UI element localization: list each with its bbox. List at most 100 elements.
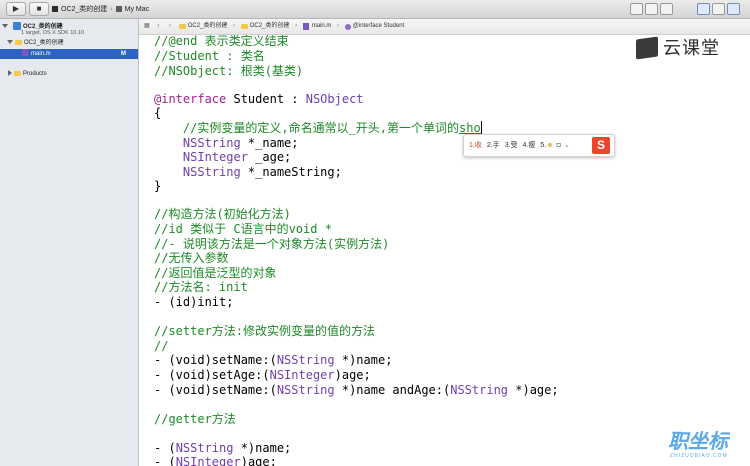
group-name: OC2_类的创建 [24,40,64,46]
scheme-device: My Mac [124,6,150,13]
code-type: NSString [182,136,241,150]
watermark-text-2: 职坐标 [668,431,728,453]
crumb-separator: › [233,23,236,29]
ime-expand-icon[interactable]: ⌄ [564,142,570,149]
code-line: - (void)setName:(NSString *)name andAge:… [154,383,559,398]
run-button[interactable]: ▶ [6,2,26,16]
emoji-candidate-icon: ☻ [546,142,554,149]
code-type: NSString [175,441,234,455]
group-row[interactable]: OC2_类的创建 [5,39,143,48]
code-text: - (void)setAge:( [154,368,270,382]
code-text: *)name; [233,441,292,455]
code-line: //- 说明该方法是一个对象方法(实例方法) [154,237,390,251]
ime-candidate[interactable]: 3.受 [505,135,518,156]
code-text: - ( [154,441,176,455]
code-line: // [154,339,169,353]
objc-file-icon [22,49,28,56]
code-line: //方法名: init [154,280,248,294]
products-label: Products [23,71,47,77]
xcode-project-icon [13,22,21,30]
ime-candidate[interactable]: 2.手 [487,135,500,156]
disclosure-open-icon [7,40,13,44]
mac-icon [115,6,122,12]
code-line: //getter方法 [154,412,236,426]
standard-editor-button[interactable] [630,3,643,15]
stop-button[interactable]: ■ [29,2,49,16]
scheme-separator: › [110,6,113,13]
back-arrow-icon[interactable]: ‹ [157,23,159,29]
debug-area-toggle-button[interactable] [712,3,725,15]
target-icon [52,6,58,12]
folder-crumb-icon [240,24,248,29]
sogou-logo-icon: S [592,137,610,154]
project-crumb-icon [178,24,186,29]
ime-candidate[interactable]: 5.☻ [540,135,553,156]
cloud-class-logo-icon [636,36,658,60]
ime-candidate-window: 1.收 2.手 3.受 4.瘦 5.☻ ◘ ⌄ S [463,134,615,157]
code-editor[interactable]: //@end 表示类定义结束 //Student : 类名 //NSObject… [139,35,750,466]
code-line: - (void)setName:(NSString *)name; [154,353,392,368]
class-crumb-icon [344,23,351,30]
code-line: //NSObject: 根类(基类) [154,64,304,78]
file-name: main.m [31,51,51,57]
products-row[interactable]: Products [5,70,143,79]
assistant-editor-button[interactable] [645,3,658,15]
code-text: *_nameString; [240,165,342,179]
watermark-logo: 云课堂 [636,36,746,62]
ime-composition-text: sho [459,121,481,135]
modified-badge: M [121,51,126,57]
code-text: _age; [247,150,292,164]
code-text: - ( [154,455,176,466]
code-text: - (void)setName:( [154,353,277,367]
code-line: } [154,179,162,193]
file-row-main[interactable]: main.m M [0,49,138,59]
code-line: //@end 表示类定义结束 [154,35,289,48]
project-row[interactable]: OC2_类的创建 [0,22,138,30]
ime-page-icon[interactable]: ◘ [557,142,561,149]
folder-icon [14,71,21,76]
text-caret [480,121,482,134]
code-keyword: @interface [154,92,227,106]
crumb-file[interactable]: main.m [312,23,332,29]
crumb-separator: › [337,23,340,29]
code-line: @interface Student : NSObject [154,92,364,107]
file-crumb-icon [302,23,309,30]
code-line: //setter方法:修改实例变量的值的方法 [154,324,376,338]
code-text: *_name; [240,136,299,150]
stop-icon: ■ [36,4,42,13]
code-type: NSString [182,165,241,179]
code-type: NSInteger [175,455,241,466]
code-text: *)name; [334,353,393,367]
crumb-symbol[interactable]: @interface Student [353,23,404,29]
related-items-icon[interactable]: ▦ [144,23,150,29]
project-navigator: OC2_类的创建 1 target, OS X SDK 10.10 OC2_类的… [0,19,139,466]
jump-bar: ▦ ‹ › OC2_类的创建 › OC2_类的创建 › main.m › @in… [139,19,750,35]
toolbar: ▶ ■ OC2_类的创建 › My Mac [0,0,750,19]
code-line: //返回值是泛型的对象 [154,266,277,280]
crumb-group[interactable]: OC2_类的创建 [250,23,290,29]
code-type: NSString [276,383,335,397]
watermark-subtext-2: ZHIZUOBIAO.COM [670,453,728,459]
utilities-toggle-button[interactable] [727,3,740,15]
code-line: NSInteger _age; [154,150,291,165]
code-line: //id 类似于 C语言中的void * [154,222,332,236]
ime-candidate[interactable]: 1.收 [469,135,482,156]
navigator-toggle-button[interactable] [697,3,710,15]
watermark-text: 云课堂 [663,38,720,58]
ime-candidate[interactable]: 4.瘦 [523,135,536,156]
code-type: NSString [276,353,335,367]
version-editor-button[interactable] [660,3,673,15]
code-text: )age; [240,455,277,466]
code-line: NSString *_nameString; [154,165,342,180]
play-icon: ▶ [12,4,20,13]
scheme-target: OC2_类的创建 [61,6,108,13]
scheme-selector[interactable]: OC2_类的创建 › My Mac [52,3,149,16]
code-text: *)name andAge:( [334,383,451,397]
code-type: NSObject [305,92,364,106]
code-type: NSInteger [182,150,248,164]
code-line: NSString *_name; [154,136,299,151]
code-line: - (NSString *)name; [154,441,291,456]
code-line: - (id)init; [154,295,234,309]
forward-arrow-icon[interactable]: › [169,23,171,29]
crumb-project[interactable]: OC2_类的创建 [188,23,228,29]
